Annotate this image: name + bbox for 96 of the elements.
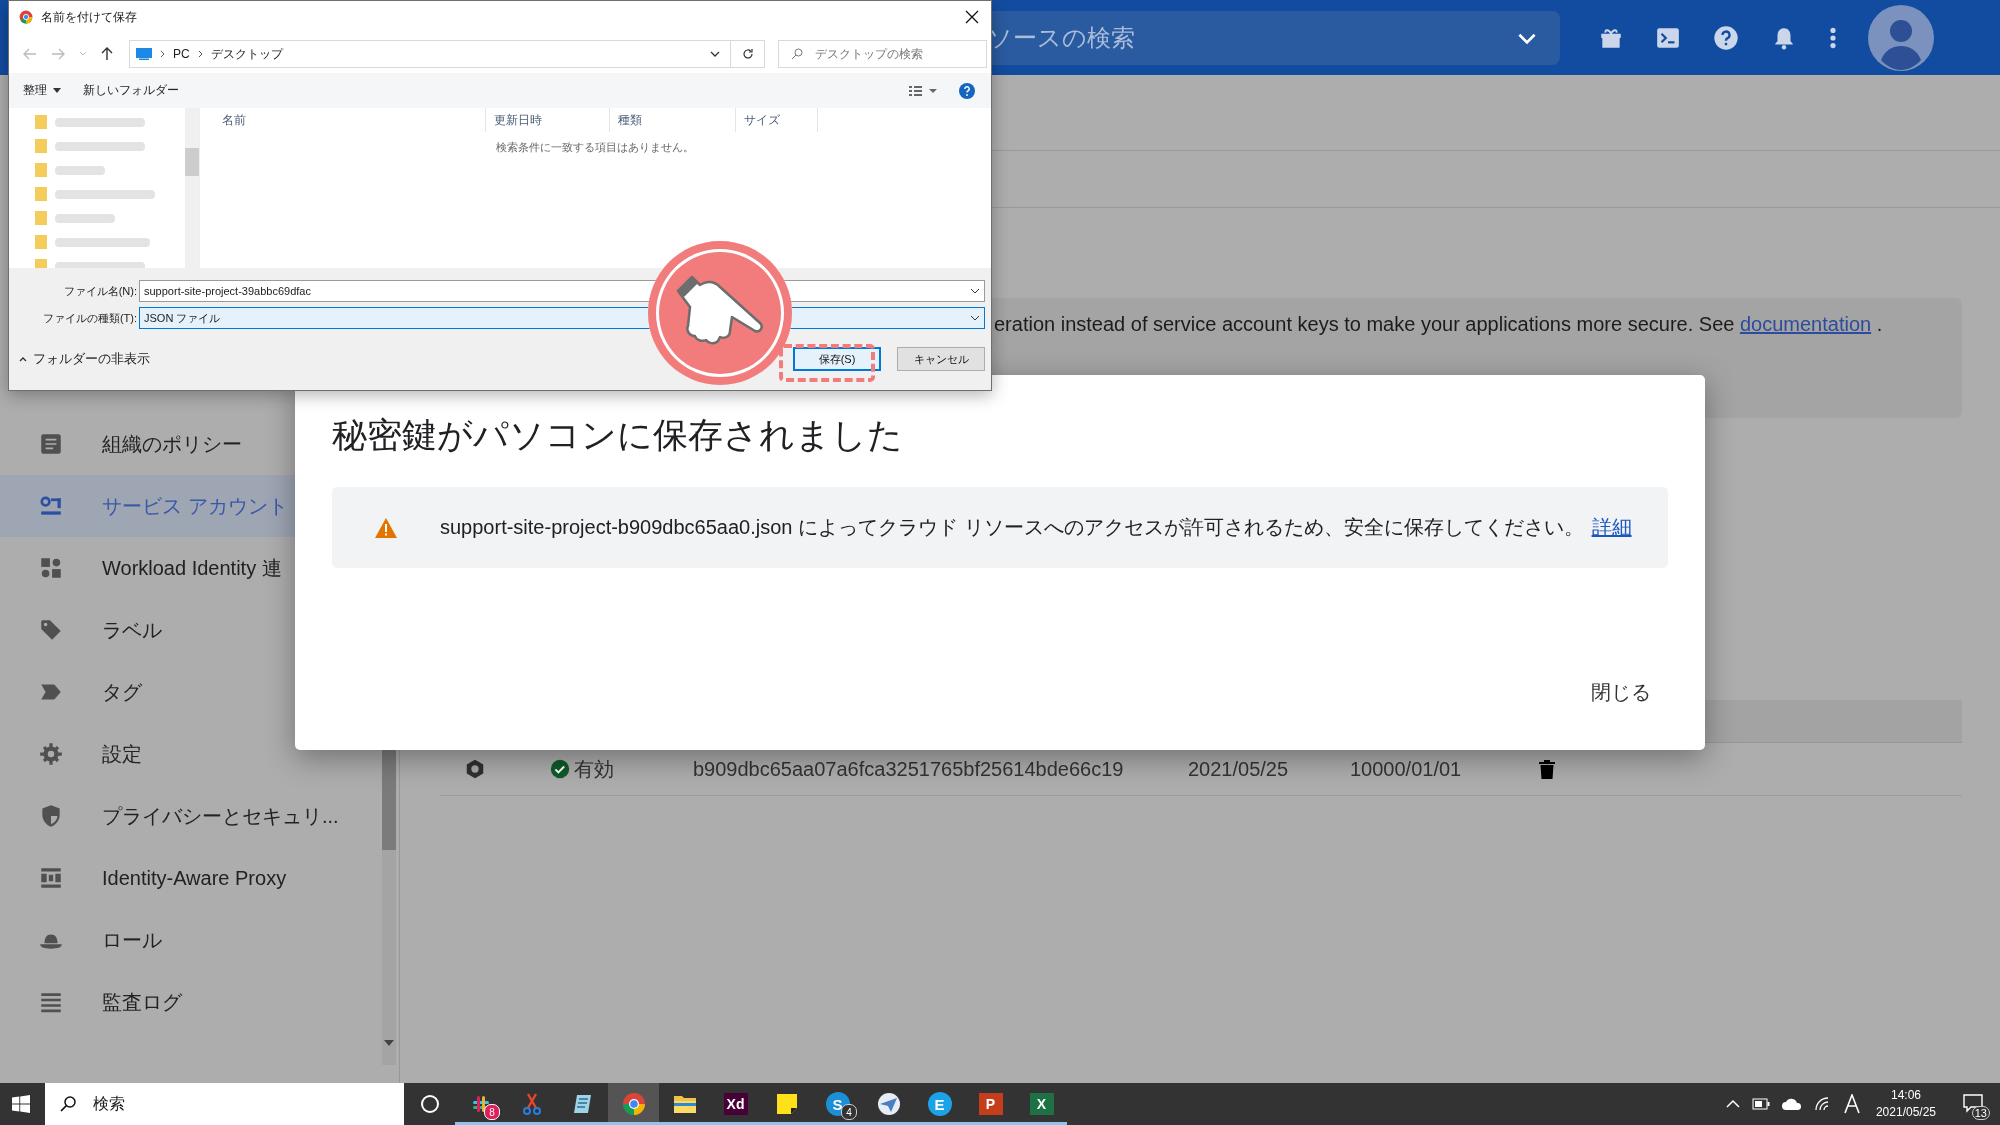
battery-icon[interactable]	[1751, 1098, 1770, 1110]
field-label: ファイル名(N):	[62, 283, 138, 299]
app-logo-icon: E	[927, 1092, 952, 1116]
sidebar-item[interactable]: ロール	[0, 909, 399, 971]
monitor-icon	[136, 48, 152, 60]
app-logo-icon: Xd	[723, 1093, 748, 1115]
caret-icon	[53, 88, 61, 93]
chevron-right-icon	[197, 50, 203, 58]
address-field[interactable]: PC デスクトップ	[129, 40, 731, 68]
blurred-label	[55, 165, 105, 175]
app-logo-icon: X	[1029, 1093, 1054, 1115]
input-method-icon[interactable]	[1843, 1094, 1860, 1114]
windows-icon[interactable]	[12, 1095, 30, 1113]
hide-folders-toggle[interactable]: フォルダーの非表示	[19, 350, 150, 368]
sidebar-item[interactable]: 設定	[0, 723, 399, 785]
column-header[interactable]: 種類	[610, 108, 736, 132]
path-segment[interactable]: デスクトップ	[210, 45, 283, 63]
circle-icon	[419, 1094, 440, 1114]
refresh-icon	[741, 48, 754, 60]
folder-icon	[35, 115, 47, 129]
up-arrow-icon[interactable]	[101, 47, 113, 61]
sidebar-item[interactable]: ラベル	[0, 599, 399, 661]
clock[interactable]: 14:06 2021/05/25	[1875, 1087, 1936, 1121]
taskbar-app[interactable]: P	[965, 1083, 1016, 1125]
path-segment[interactable]: PC	[173, 47, 190, 61]
search-field[interactable]: 検索	[45, 1083, 404, 1125]
warning-icon	[374, 516, 398, 539]
column-header[interactable]: サイズ	[736, 108, 818, 132]
close-button[interactable]: 閉じる	[1587, 671, 1655, 714]
save-button[interactable]: 保存(S)	[793, 347, 881, 371]
sticky-note-icon	[775, 1093, 798, 1115]
field-label: ファイルの種類(T):	[41, 310, 138, 326]
key-icon	[464, 758, 486, 780]
search-icon	[791, 48, 803, 60]
notification-button[interactable]: 13	[1954, 1083, 1994, 1125]
sidebar-item[interactable]: タグ	[0, 661, 399, 723]
trash-icon[interactable]	[1538, 759, 1556, 779]
new-folder-button[interactable]: 新しいフォルダー	[83, 82, 179, 99]
search-icon	[59, 1095, 77, 1113]
taskbar-app[interactable]: Xd	[710, 1083, 761, 1125]
chevron-up-icon	[19, 356, 27, 362]
view-options-icon[interactable]	[909, 85, 937, 96]
sidebar-item[interactable]: 監査ログ	[0, 971, 399, 1033]
browser-logo-icon	[621, 1092, 646, 1116]
chevron-down-icon	[970, 288, 980, 294]
folder-icon	[35, 187, 47, 201]
policy-icon	[38, 431, 64, 457]
help-icon[interactable]	[1712, 23, 1740, 52]
table-cell-text: 10000/01/01	[1350, 757, 1463, 781]
sidebar-item[interactable]: プライバシーとセキュリ...	[0, 785, 399, 847]
scrollbar-thumb[interactable]	[382, 750, 396, 850]
status-text: 有効	[574, 756, 614, 782]
chevron-down-icon	[970, 315, 980, 321]
window-title: 名前を付けて保存	[41, 8, 137, 26]
alert-text: support-site-project-b909dbc65aa0.json によってクラウド リソースへのアクセスが許可されるため、安全に保存してください。 詳細	[440, 515, 1632, 540]
dialog-title: 秘密鍵がパソコンに保存されました	[332, 414, 904, 456]
settings-icon	[38, 741, 64, 767]
folder-icon	[35, 235, 47, 249]
column-header[interactable]: 名前	[200, 108, 486, 132]
help-icon[interactable]	[959, 82, 975, 99]
scroll-down-icon[interactable]	[384, 1040, 394, 1046]
cancel-button[interactable]: キャンセル	[897, 347, 985, 371]
count-badge: 4	[841, 1104, 857, 1120]
taskbar-app[interactable]: 8	[455, 1083, 506, 1125]
avatar-icon[interactable]	[1868, 4, 1934, 71]
scrollbar-thumb[interactable]	[185, 148, 199, 176]
chevron-down-icon	[710, 51, 720, 57]
folder-icon	[35, 139, 47, 153]
workload-icon	[38, 555, 64, 581]
banner-text: eration instead of service account keys to make your applications more secure. See documentation .	[994, 313, 1884, 336]
folder-icon	[672, 1093, 697, 1115]
organize-menu[interactable]: 整理	[23, 82, 61, 99]
cloud-icon[interactable]	[1781, 1098, 1802, 1110]
chevron-right-icon	[160, 50, 165, 58]
folder-icon	[35, 163, 47, 177]
taskbar-app[interactable]: X	[1016, 1083, 1067, 1125]
sidebar-item[interactable]: Workload Identity 連	[0, 537, 399, 599]
folder-icon	[35, 211, 47, 225]
browser-logo-icon	[19, 10, 33, 24]
count-badge: 8	[484, 1104, 500, 1120]
chevron-up-icon[interactable]	[1725, 1099, 1740, 1109]
check-circle-icon	[550, 759, 570, 779]
app-logo-icon: P	[978, 1093, 1003, 1115]
paper-plane-icon	[876, 1092, 901, 1116]
proxy-icon	[38, 865, 64, 891]
refresh-button[interactable]	[731, 40, 765, 68]
close-icon[interactable]	[965, 10, 979, 24]
search-field[interactable]: デスクトップの検索	[778, 40, 987, 68]
empty-message: 検索条件に一致する項目はありません。	[495, 140, 695, 155]
column-header[interactable]: 更新日時	[486, 108, 610, 132]
table-cell-text: 2021/05/25	[1188, 757, 1290, 781]
taskbar-app[interactable]: S 4	[812, 1083, 863, 1125]
table-cell-text: b909dbc65aa07a6fca3251765bf25614bde66c19	[693, 757, 1125, 781]
details-link[interactable]: 詳細	[1591, 516, 1632, 538]
sidebar-item[interactable]: Identity-Aware Proxy	[0, 847, 399, 909]
blurred-label	[55, 213, 115, 223]
